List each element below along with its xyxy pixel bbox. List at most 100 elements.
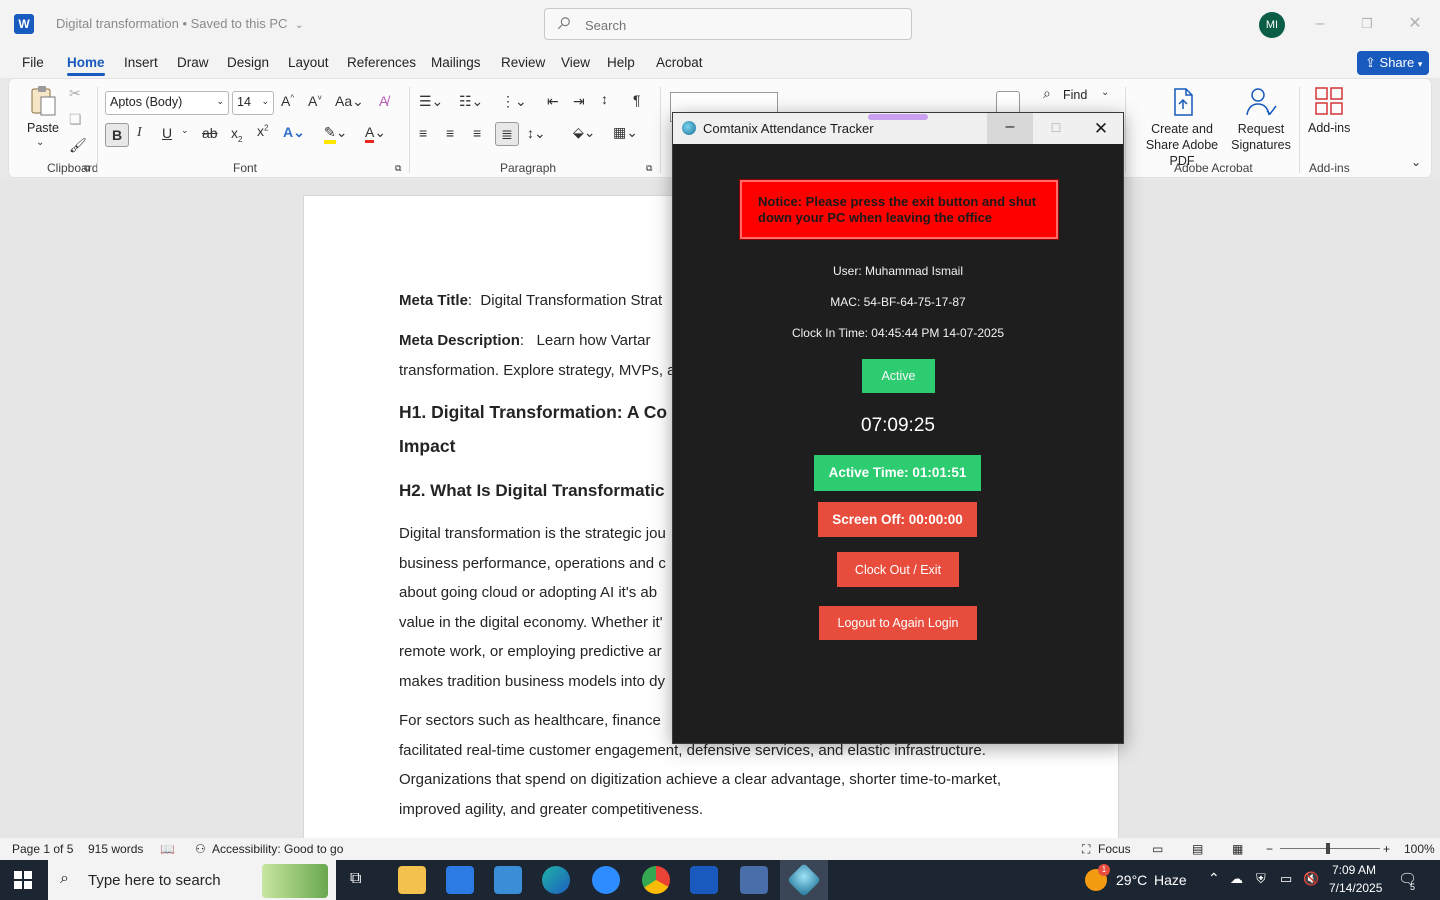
document-title[interactable]: Digital transformation • Saved to this P… (56, 16, 303, 31)
addins-icon[interactable] (1315, 87, 1343, 115)
file-explorer-icon[interactable] (398, 866, 426, 894)
copy-icon[interactable]: ❏ (69, 111, 82, 128)
tab-file[interactable]: File (22, 55, 44, 70)
find-label[interactable]: Find (1063, 88, 1087, 102)
zoom-slider-thumb[interactable] (1326, 843, 1330, 854)
grow-font-icon[interactable]: A^ (281, 93, 294, 109)
numbering-icon[interactable]: ☷⌄ (459, 93, 483, 110)
pilcrow-icon[interactable]: ¶ (633, 92, 641, 108)
microsoft-store-icon[interactable] (446, 866, 474, 894)
chevron-up-icon[interactable]: ⌃ (1208, 870, 1220, 887)
windows-start-icon[interactable] (14, 871, 32, 892)
tracker-minimize-button[interactable]: – (987, 113, 1033, 144)
calculator-icon[interactable] (740, 866, 768, 894)
read-mode-icon[interactable]: ▭ (1152, 842, 1163, 856)
justify-icon[interactable]: ≣ (495, 122, 519, 146)
bold-icon[interactable]: B (105, 123, 129, 147)
paste-label[interactable]: Paste (27, 121, 59, 135)
chrome-icon[interactable] (642, 866, 670, 894)
create-pdf-icon[interactable] (1169, 87, 1197, 117)
align-right-icon[interactable]: ≡ (473, 125, 481, 141)
increase-indent-icon[interactable]: ⇥ (573, 93, 585, 110)
tab-design[interactable]: Design (227, 55, 269, 70)
tab-insert[interactable]: Insert (124, 55, 158, 70)
proofing-icon[interactable]: 📖 (160, 842, 175, 856)
word-taskbar-icon[interactable] (690, 866, 718, 894)
decrease-indent-icon[interactable]: ⇤ (547, 93, 559, 110)
task-view-icon[interactable]: ⧉ (350, 870, 361, 888)
format-painter-icon[interactable]: 🖌 (69, 137, 87, 154)
print-layout-icon[interactable]: ▤ (1192, 842, 1203, 856)
tab-draw[interactable]: Draw (177, 55, 209, 70)
text-effects-icon[interactable]: A⌄ (283, 124, 305, 141)
word-search-box[interactable] (544, 8, 912, 40)
security-icon[interactable]: ⛨ (1256, 871, 1266, 887)
bullets-icon[interactable]: ☰⌄ (419, 93, 443, 110)
superscript-icon[interactable]: x2 (257, 123, 268, 139)
zoom-slider-track[interactable] (1280, 848, 1380, 849)
zoom-out-icon[interactable]: − (1266, 842, 1273, 856)
chevron-down-icon[interactable]: ⌄ (36, 137, 44, 148)
weather-desc[interactable]: Haze (1154, 872, 1187, 888)
sort-icon[interactable]: ↕ (601, 91, 608, 107)
dialog-launcher-icon[interactable]: ⧉ (646, 163, 652, 174)
cut-icon[interactable]: ✂ (69, 85, 81, 102)
volume-muted-icon[interactable]: 🔇 (1303, 871, 1319, 887)
tab-acrobat[interactable]: Acrobat (656, 55, 703, 70)
tracker-close-button[interactable]: ✕ (1079, 113, 1123, 144)
user-avatar[interactable]: MI (1259, 12, 1285, 38)
chevron-down-icon[interactable]: ⌄ (181, 125, 189, 136)
underline-icon[interactable]: U (162, 125, 172, 141)
focus-label[interactable]: Focus (1098, 842, 1131, 856)
change-case-icon[interactable]: Aa⌄ (335, 93, 364, 110)
onedrive-icon[interactable]: ☁ (1230, 871, 1243, 887)
request-signatures-label[interactable]: Request Signatures (1229, 121, 1293, 153)
web-layout-icon[interactable]: ▦ (1232, 842, 1243, 856)
zoom-icon[interactable] (592, 866, 620, 894)
highlight-icon[interactable]: ✎⌄ (324, 124, 347, 144)
tab-review[interactable]: Review (501, 55, 545, 70)
addins-label[interactable]: Add-ins (1308, 121, 1350, 135)
tab-help[interactable]: Help (607, 55, 635, 70)
subscript-icon[interactable]: x2 (231, 125, 242, 144)
find-icon[interactable]: ⌕ (1043, 85, 1051, 102)
weather-temp[interactable]: 29°C (1116, 872, 1147, 888)
edge-icon[interactable] (542, 866, 570, 894)
minimize-icon[interactable]: – (1305, 10, 1335, 38)
italic-icon[interactable]: I (137, 125, 142, 141)
strikethrough-icon[interactable]: ab (202, 125, 218, 141)
close-icon[interactable]: ✕ (1400, 10, 1430, 38)
clock-out-exit-button[interactable]: Clock Out / Exit (837, 552, 959, 587)
line-spacing-icon[interactable]: ↕⌄ (527, 125, 546, 142)
tab-home[interactable]: Home (67, 55, 105, 76)
zoom-level[interactable]: 100% (1404, 842, 1435, 856)
network-icon[interactable]: ▭ (1280, 871, 1292, 887)
word-count[interactable]: 915 words (88, 842, 143, 856)
font-name-box[interactable]: Aptos (Body) ⌄ (105, 91, 229, 115)
multilevel-list-icon[interactable]: ⋮⌄ (501, 93, 527, 110)
share-button[interactable]: ⇪ Share ▾ (1357, 51, 1429, 75)
mail-icon[interactable] (494, 866, 522, 894)
shrink-font-icon[interactable]: A˅ (308, 93, 322, 109)
borders-icon[interactable]: ▦⌄ (613, 124, 638, 141)
font-size-box[interactable]: 14 ⌄ (232, 91, 274, 115)
clock-time[interactable]: 7:09 AM (1332, 863, 1376, 877)
clear-formatting-icon[interactable]: A̸ (379, 93, 388, 109)
tab-references[interactable]: References (347, 55, 416, 70)
page-count[interactable]: Page 1 of 5 (12, 842, 73, 856)
search-input[interactable] (585, 15, 885, 35)
align-center-icon[interactable]: ≡ (446, 125, 454, 141)
dialog-launcher-icon[interactable]: ⧉ (84, 163, 90, 174)
tab-layout[interactable]: Layout (288, 55, 329, 70)
weather-icon[interactable]: 1 (1085, 864, 1110, 891)
shading-icon[interactable]: ⬙⌄ (573, 124, 596, 141)
chevron-down-icon[interactable]: ⌄ (1101, 87, 1109, 98)
accessibility-status[interactable]: Accessibility: Good to go (212, 842, 343, 856)
restore-icon[interactable]: ❐ (1352, 10, 1382, 38)
attendance-tracker-taskbar-button[interactable] (780, 860, 828, 900)
chevron-down-icon[interactable]: ⌄ (1411, 155, 1421, 169)
paste-icon[interactable] (29, 85, 57, 117)
tab-view[interactable]: View (561, 55, 590, 70)
align-left-icon[interactable]: ≡ (419, 125, 427, 141)
zoom-in-icon[interactable]: + (1383, 842, 1390, 856)
